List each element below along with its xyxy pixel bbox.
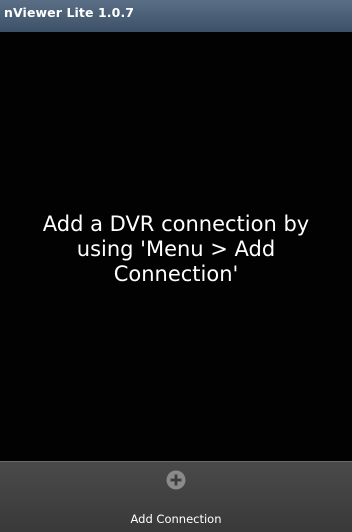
add-circle-icon — [166, 470, 186, 490]
connection-list-area: Add a DVR connection by using 'Menu > Ad… — [0, 32, 352, 461]
title-bar: nViewer Lite 1.0.7 — [0, 0, 352, 32]
app-window: nViewer Lite 1.0.7 Add a DVR connection … — [0, 0, 352, 532]
options-menu: Add Connection — [0, 461, 352, 532]
add-connection-menu-item[interactable]: Add Connection — [0, 462, 352, 532]
app-title: nViewer Lite 1.0.7 — [4, 4, 135, 20]
empty-state-message: Add a DVR connection by using 'Menu > Ad… — [42, 212, 310, 286]
add-connection-label: Add Connection — [130, 512, 222, 526]
